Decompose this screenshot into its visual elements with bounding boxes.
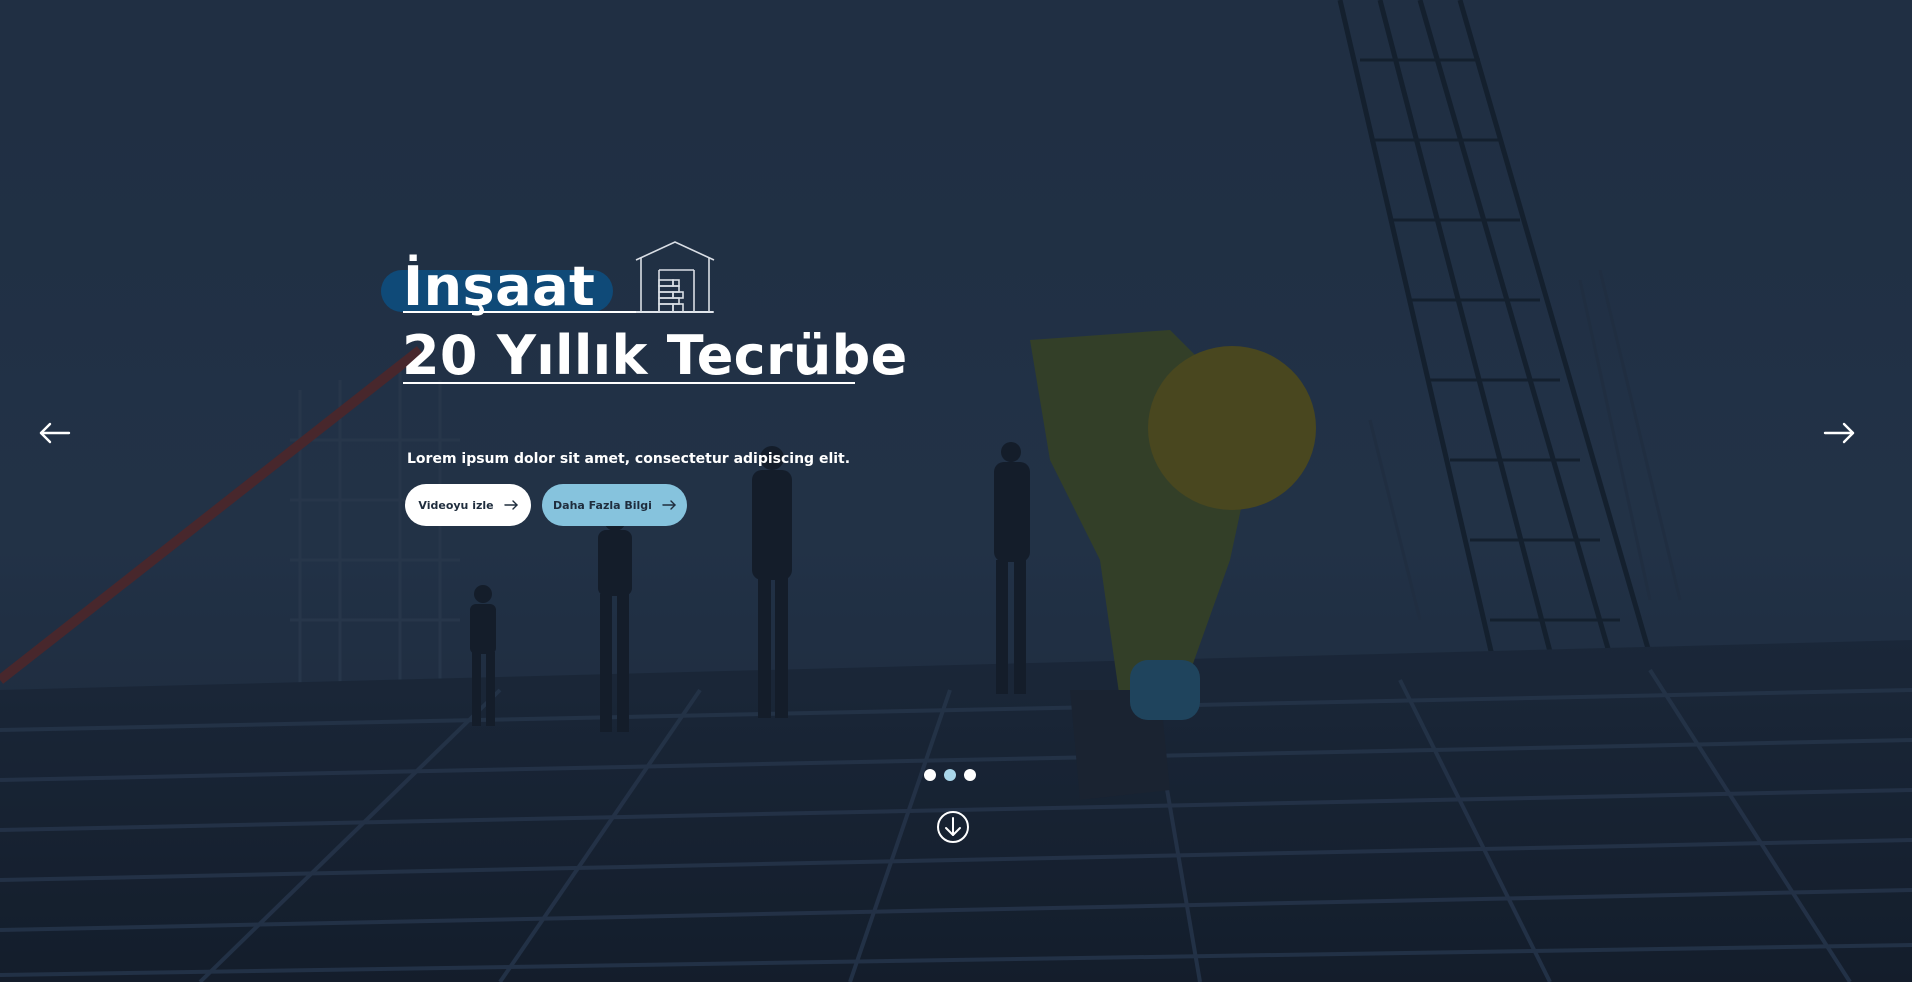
hero-title-line2: 20 Yıllık Tecrübe [402,324,908,387]
house-icon [635,241,715,313]
slider-pagination [924,769,976,781]
hero-title-word: İnşaat [403,254,596,318]
arrow-right-small-icon [662,500,676,510]
slide-dot-1[interactable] [924,769,936,781]
hero-title-line1: İnşaat [381,250,613,322]
arrow-right-small-icon [503,500,518,510]
hero-subtitle: Lorem ipsum dolor sit amet, consectetur … [407,451,851,467]
watch-video-button[interactable]: Videoyu izle [405,484,531,526]
watch-video-label: Videoyu izle [418,498,494,512]
arrow-left-icon[interactable] [38,421,72,445]
title-underline-2 [403,382,855,384]
circle-arrow-down-icon[interactable] [936,810,970,844]
slide-dot-3[interactable] [964,769,976,781]
learn-more-label: Daha Fazla Bilgi [553,498,652,512]
hero-slider: İnşaat 20 Yıllık Tecrübe Lorem ipsum dol… [0,0,1912,982]
arrow-right-icon[interactable] [1822,421,1856,445]
slide-dot-2[interactable] [944,769,956,781]
learn-more-button[interactable]: Daha Fazla Bilgi [542,484,687,526]
